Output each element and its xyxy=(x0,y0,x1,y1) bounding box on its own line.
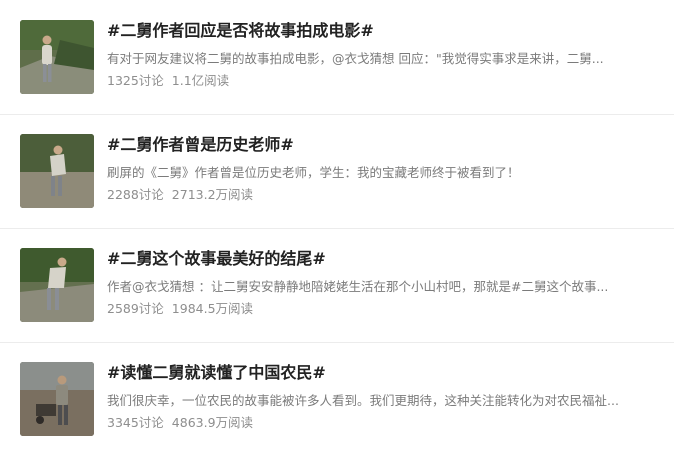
discussion-count: 2288讨论 xyxy=(107,187,164,202)
topic-description: 我们很庆幸，一位农民的故事能被许多人看到。我们更期待，这种关注能转化为对农民福祉… xyxy=(107,393,619,408)
man-with-wheelbarrow-photo[interactable] xyxy=(20,362,94,436)
man-bending-near-wall-photo[interactable] xyxy=(20,134,94,208)
topic-item[interactable]: #二舅这个故事最美好的结尾# 作者@衣戈猜想 ：让二舅安安静静地陪姥姥生活在那个… xyxy=(0,228,674,341)
topic-title[interactable]: #二舅这个故事最美好的结尾# xyxy=(107,247,667,271)
topic-item[interactable]: #二舅作者回应是否将故事拍成电影# 有对于网友建议将二舅的故事拍成电影，@衣戈猜… xyxy=(0,0,674,113)
topic-title[interactable]: #读懂二舅就读懂了中国农民# xyxy=(107,361,667,385)
discussion-count: 2589讨论 xyxy=(107,301,164,316)
read-count: 4863.9万阅读 xyxy=(171,415,254,430)
topic-description: 刷屏的《二舅》作者曾是位历史老师，学生：我的宝藏老师终于被看到了！ xyxy=(107,165,520,180)
topic-description: 作者@衣戈猜想 ：让二舅安安静静地陪姥姥生活在那个小山村吧，那就是#二舅这个故事… xyxy=(107,279,609,294)
topic-item[interactable]: #读懂二舅就读懂了中国农民# 我们很庆幸，一位农民的故事能被许多人看到。我们更期… xyxy=(0,342,674,454)
topic-description: 有对于网友建议将二舅的故事拍成电影，@衣戈猜想 回应："我觉得实事求是来讲，二舅… xyxy=(107,51,604,66)
read-count: 1.1亿阅读 xyxy=(171,73,230,88)
topic-title[interactable]: #二舅作者回应是否将故事拍成电影# xyxy=(107,19,667,43)
read-count: 1984.5万阅读 xyxy=(171,301,254,316)
topic-stats: 2589讨论 1984.5万阅读 xyxy=(107,299,627,319)
topic-stats: 3345讨论 4863.9万阅读 xyxy=(107,413,627,433)
man-walking-uphill-photo[interactable] xyxy=(20,248,94,322)
man-climbing-hill-photo[interactable] xyxy=(20,20,94,94)
topic-stats: 2288讨论 2713.2万阅读 xyxy=(107,185,627,205)
discussion-count: 3345讨论 xyxy=(107,415,164,430)
topic-item[interactable]: #二舅作者曾是历史老师# 刷屏的《二舅》作者曾是位历史老师，学生：我的宝藏老师终… xyxy=(0,114,674,227)
topic-stats: 1325讨论 1.1亿阅读 xyxy=(107,71,627,91)
read-count: 2713.2万阅读 xyxy=(171,187,254,202)
topic-title[interactable]: #二舅作者曾是历史老师# xyxy=(107,133,667,157)
discussion-count: 1325讨论 xyxy=(107,73,164,88)
topic-list: #二舅作者回应是否将故事拍成电影# 有对于网友建议将二舅的故事拍成电影，@衣戈猜… xyxy=(0,0,674,454)
